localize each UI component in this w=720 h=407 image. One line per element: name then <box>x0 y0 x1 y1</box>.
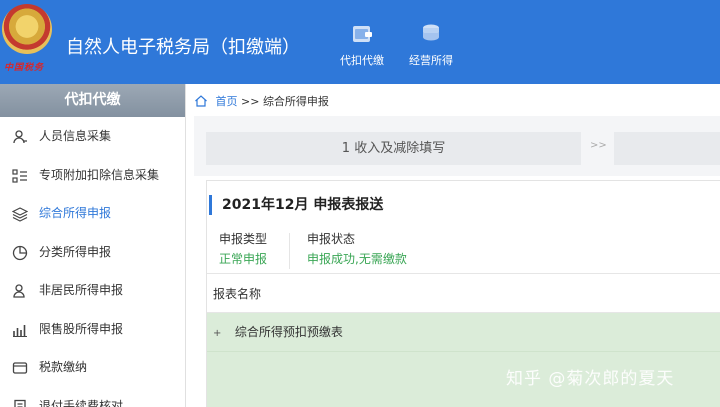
app-title: 自然人电子税务局（扣缴端） <box>66 37 300 58</box>
sidebar-item-label: 分类所得申报 <box>39 244 112 259</box>
wallet-outline-icon <box>12 362 28 374</box>
declaration-status-value: 申报成功,无需缴款 <box>307 252 407 266</box>
table-header: 报表名称 <box>207 273 720 313</box>
declaration-type: 申报类型 正常申报 <box>219 229 267 269</box>
sidebar-item-special-deduction[interactable]: 专项附加扣除信息采集 <box>0 156 185 195</box>
expand-toggle[interactable]: + <box>213 314 231 353</box>
sidebar-item-label: 专项附加扣除信息采集 <box>39 167 160 182</box>
bar-chart-icon <box>13 324 27 337</box>
sidebar-item-classified-income[interactable]: 分类所得申报 <box>0 233 185 272</box>
sidebar-item-tax-payment[interactable]: 税款缴纳 <box>0 348 185 387</box>
list-icon <box>12 168 27 183</box>
receipt-icon <box>14 399 26 407</box>
sidebar-item-comprehensive-income[interactable]: 综合所得申报 <box>0 194 185 233</box>
nav-withhold-label: 代扣代缴 <box>340 54 384 67</box>
coins-icon <box>423 24 439 41</box>
breadcrumb-home-link[interactable]: 首页 <box>216 95 238 108</box>
sidebar-item-personnel-info[interactable]: 人员信息采集 <box>0 117 185 156</box>
tax-emblem-logo <box>2 4 52 54</box>
wallet-icon <box>353 26 372 42</box>
app-header: 中国税务 自然人电子税务局（扣缴端） 代扣代缴 经营所得 <box>0 0 720 84</box>
declaration-type-value: 正常申报 <box>219 252 268 266</box>
person-outline-icon <box>13 284 25 298</box>
step-income-deduction[interactable]: 1 收入及减除填写 <box>206 132 581 165</box>
sidebar-item-label: 非居民所得申报 <box>39 283 124 297</box>
sidebar-heading: 代扣代缴 <box>0 84 185 117</box>
sidebar-item-label: 人员信息采集 <box>39 129 112 143</box>
sidebar-item-label: 限售股所得申报 <box>39 321 124 336</box>
report-title: 2021年12月 申报表报送 <box>209 195 383 215</box>
table-row[interactable]: + 综合所得预扣预缴表 <box>207 313 720 352</box>
sidebar-item-restricted-shares[interactable]: 限售股所得申报 <box>0 310 185 349</box>
sidebar: 代扣代缴 人员信息采集 专项附加扣除信息采集 综合所得申报 分类所得申报 非居民… <box>0 84 186 407</box>
info-divider <box>289 233 290 269</box>
sidebar-item-label: 综合所得申报 <box>39 206 112 220</box>
step-next[interactable] <box>614 132 720 165</box>
breadcrumb: 首页 >> 综合所得申报 <box>194 92 329 112</box>
step-progress: 1 收入及减除填写 >> <box>194 116 720 176</box>
nav-business-income-button[interactable]: 经营所得 <box>401 22 461 68</box>
breadcrumb-current: 综合所得申报 <box>262 95 329 108</box>
logo-text: 中国税务 <box>4 63 45 73</box>
pie-icon <box>12 245 28 260</box>
person-icon <box>13 130 27 144</box>
layers-icon <box>12 207 28 222</box>
watermark: 知乎 @菊次郎的夏天 <box>506 369 675 389</box>
step-arrow: >> <box>590 140 607 151</box>
sidebar-item-label: 退付手续费核对 <box>39 398 124 407</box>
sidebar-item-label: 税款缴纳 <box>39 360 88 374</box>
sidebar-item-fee-refund-check[interactable]: 退付手续费核对 <box>0 387 185 407</box>
nav-business-income-label: 经营所得 <box>409 54 453 67</box>
declaration-status: 申报状态 申报成功,无需缴款 <box>307 229 407 269</box>
declaration-status-label: 申报状态 <box>307 232 356 246</box>
declaration-type-label: 申报类型 <box>219 232 268 246</box>
report-name: 综合所得预扣预缴表 <box>234 325 343 339</box>
sidebar-item-nonresident-income[interactable]: 非居民所得申报 <box>0 271 185 310</box>
nav-withhold-button[interactable]: 代扣代缴 <box>332 22 392 68</box>
breadcrumb-separator: >> <box>241 95 260 108</box>
home-icon <box>195 95 207 107</box>
